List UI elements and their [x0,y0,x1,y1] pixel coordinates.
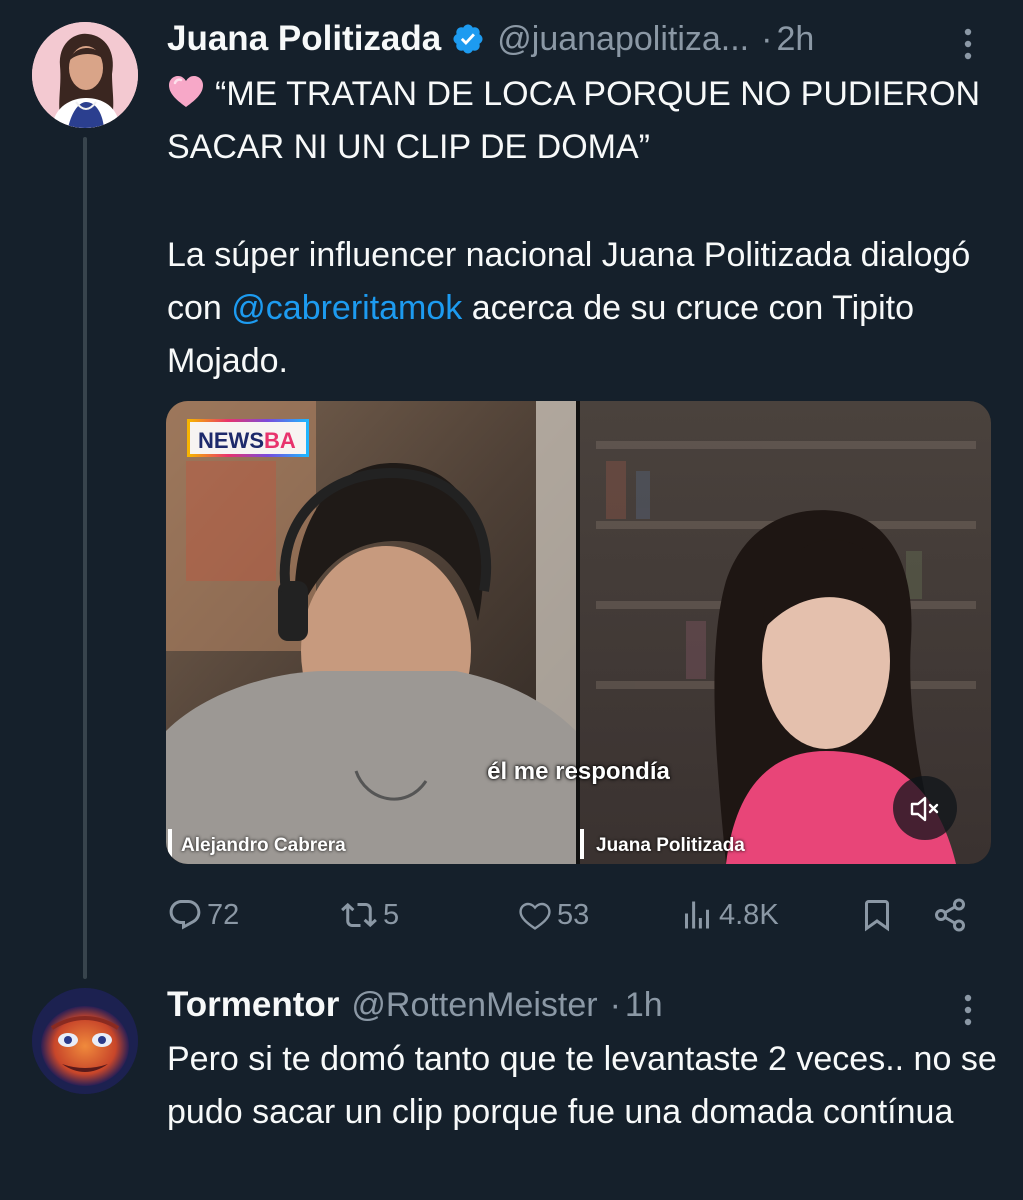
logo-news-text: NEWS [198,428,264,453]
thread-connector-line [83,137,87,979]
logo-ba-text: BA [264,428,296,453]
author-display-name[interactable]: Juana Politizada [167,19,441,59]
tweet-actions-bar: 72 5 53 4.8K [167,890,977,940]
tweet-header: Tormentor @RottenMeister · 1h [167,983,663,1027]
mute-toggle-button[interactable] [893,776,957,840]
newsba-logo: NEWSBA [187,419,309,457]
volume-muted-icon [910,796,939,822]
views-button[interactable]: 4.8K [679,890,779,940]
tweet-timestamp[interactable]: 2h [776,20,814,59]
reply-icon [169,900,201,930]
author-handle[interactable]: @juanapolitiza... [497,20,749,59]
pink-heart-emoji-icon [169,76,203,107]
label-bar-right [580,829,584,859]
bookmark-button[interactable] [859,890,895,940]
tweet-timestamp[interactable]: 1h [625,986,663,1025]
video-player[interactable]: NEWSBA él me respondía Alejandro Cabrera… [166,401,991,864]
like-count: 53 [557,898,590,931]
repost-button[interactable]: 5 [339,890,399,940]
participant-label-right: Juana Politizada [596,835,745,856]
headline-text: “ME TRATAN DE LOCA PORQUE NO PUDIERON SA… [167,75,981,166]
author-handle[interactable]: @RottenMeister [351,986,597,1025]
views-chart-icon [685,901,709,929]
avatar-tormentor[interactable] [32,988,138,1094]
avatar-juana-politizada[interactable] [32,22,138,128]
bookmark-icon [865,900,889,932]
author-display-name[interactable]: Tormentor [167,985,339,1025]
video-caption: él me respondía [487,758,670,785]
tweet-header: Juana Politizada @juanapolitiza... · 2h [167,17,814,61]
tweet-body: Pero si te domó tanto que te levantaste … [167,1040,997,1131]
video-frame [166,401,991,864]
mention-link[interactable]: @cabreritamok [231,289,462,327]
repost-count: 5 [383,898,400,931]
separator-dot: · [609,985,621,1024]
reply-button[interactable]: 72 [167,890,239,940]
label-bar-left [168,829,172,859]
views-count: 4.8K [719,898,779,931]
tweet-body: La súper influencer nacional Juana Polit… [167,229,997,388]
more-options-icon[interactable] [958,24,978,64]
separator-dot: · [761,19,773,58]
share-icon [935,898,965,932]
share-button[interactable] [932,890,968,940]
participant-label-left: Alejandro Cabrera [181,835,346,856]
repost-icon [341,902,377,928]
more-options-icon[interactable] [958,990,978,1030]
heart-icon [519,902,551,930]
like-button[interactable]: 53 [517,890,589,940]
verified-badge-icon[interactable] [451,22,485,56]
tweet-headline: “ME TRATAN DE LOCA PORQUE NO PUDIERON SA… [167,68,997,174]
reply-count: 72 [207,898,240,931]
